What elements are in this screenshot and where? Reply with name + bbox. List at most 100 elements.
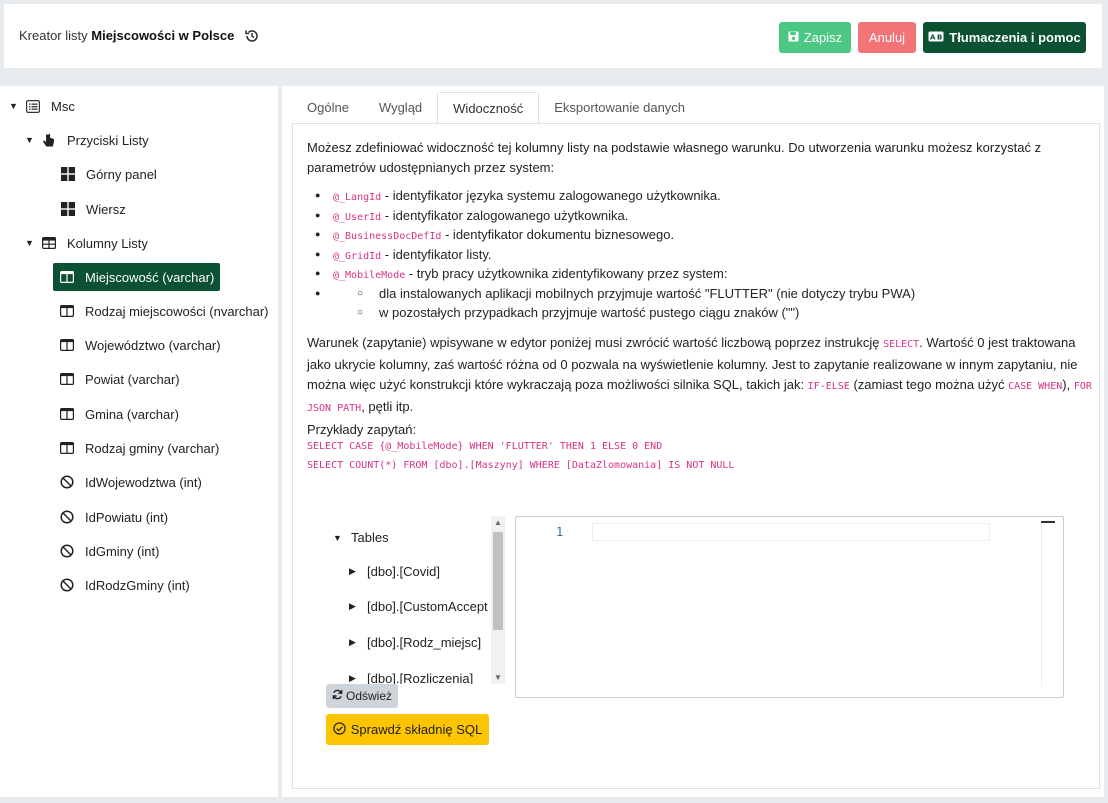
tree-label: IdPowiatu (int) (85, 509, 169, 525)
column-icon (59, 337, 75, 353)
sql-example-1: SELECT CASE {@_MobileMode} WHEN 'FLUTTER… (307, 441, 663, 452)
param-desc: - identyfikator dokumentu biznesowego. (441, 227, 675, 242)
inline-code: IF-ELSE (807, 381, 850, 392)
caret-down-icon[interactable]: ▼ (333, 533, 351, 543)
refresh-icon (332, 689, 343, 703)
tree-label: Miejscowość (varchar) (85, 269, 215, 285)
tables-root[interactable]: ▼ Tables (333, 530, 389, 545)
ban-icon (59, 509, 75, 525)
caret-right-icon[interactable]: ▶ (349, 566, 367, 577)
tab-general[interactable]: Ogólne (292, 92, 364, 124)
scrollbar-thumb[interactable] (493, 532, 503, 630)
tree-column-idpowiatu[interactable]: IdPowiatu (int) (59, 504, 168, 530)
text-segment: ), (1062, 377, 1074, 392)
save-button[interactable]: Zapisz (779, 22, 851, 53)
tree-label: Msc (51, 98, 75, 114)
scroll-down-icon[interactable]: ▼ (494, 673, 502, 682)
text-segment: Warunek (zapytanie) wpisywane w edytor p… (307, 335, 884, 350)
tree-column-idwojewodztwa[interactable]: IdWojewodztwa (int) (59, 469, 202, 495)
tree-columns-group[interactable]: ▼ Kolumny Listy (25, 230, 148, 256)
inline-code: FOR (1073, 381, 1092, 392)
caret-right-icon[interactable]: ▶ (349, 673, 367, 684)
ban-icon (59, 543, 75, 559)
table-item[interactable]: ▶ [dbo].[Rozliczenia] (349, 671, 473, 684)
tree-item-top-panel[interactable]: Górny panel (60, 161, 157, 187)
caret-right-icon[interactable]: ▶ (349, 637, 367, 648)
tree-label: Wiersz (86, 201, 126, 217)
tree-label: [dbo].[Rodz_miejsc] (367, 635, 482, 650)
cancel-button[interactable]: Anuluj (858, 22, 916, 53)
column-settings-panel: Ogólne Wygląd Widoczność Eksportowanie d… (282, 86, 1104, 797)
tree-label: IdGminy (int) (85, 543, 160, 559)
mobile-mode-sublist: dla instalowanych aplikacji mobilnych pr… (357, 284, 915, 323)
scroll-up-icon[interactable]: ▲ (494, 518, 502, 527)
tab-visibility[interactable]: Widoczność (437, 92, 540, 124)
check-circle-icon (333, 721, 346, 738)
table-icon (41, 235, 57, 251)
condition-text: Warunek (zapytanie) wpisywane w edytor p… (307, 333, 1092, 419)
page-header: Kreator listy Miejscowości w Polsce Zapi… (4, 4, 1102, 68)
text-segment: , pętli itp. (361, 399, 414, 414)
refresh-button[interactable]: Odśwież (326, 684, 398, 708)
caret-down-icon[interactable]: ▼ (25, 238, 35, 248)
tables-scrollbar[interactable]: ▲ ▼ (491, 516, 505, 684)
table-item[interactable]: ▶ [dbo].[CustomAccept (349, 599, 488, 614)
sql-example-2: SELECT COUNT(*) FROM [dbo].[Maszyny] WHE… (307, 460, 735, 471)
text-segment: (zamiast tego można użyć (849, 377, 1009, 392)
param-code: @_UserId (333, 211, 382, 223)
grid-icon (60, 166, 76, 182)
tree-item-row[interactable]: Wiersz (60, 196, 126, 222)
history-icon[interactable] (244, 28, 260, 44)
tree-column-rodzaj-gminy[interactable]: Rodzaj gminy (varchar) (59, 435, 219, 461)
param-code: @_GridId (333, 250, 382, 262)
column-icon (59, 269, 75, 285)
mobile-mode-empty: w pozostałych przypadkach przyjmuje wart… (357, 303, 915, 323)
tree-column-wojewodztwo[interactable]: Województwo (varchar) (59, 332, 221, 358)
caret-right-icon[interactable]: ▶ (349, 601, 367, 612)
list-icon (25, 98, 41, 114)
editor-scrollbar[interactable] (1041, 525, 1055, 687)
translate-icon: AB (928, 30, 944, 45)
tree-label: Kolumny Listy (67, 235, 148, 251)
text-segment: można więc użyć konstrukcji które wykrac… (307, 377, 808, 392)
column-icon (59, 440, 75, 456)
tab-data-export[interactable]: Eksportowanie danych (539, 92, 700, 124)
tab-appearance[interactable]: Wygląd (364, 92, 437, 124)
param-desc: - tryb pracy użytkownika zidentyfikowany… (405, 266, 728, 281)
tree-column-miejscowosc[interactable]: Miejscowość (varchar) (53, 263, 221, 291)
help-label: Tłumaczenia i pomoc (949, 30, 1081, 45)
tree-root-msc[interactable]: ▼ Msc (9, 93, 75, 119)
cancel-label: Anuluj (868, 30, 906, 45)
floppy-disk-icon (788, 30, 799, 45)
current-line-highlight[interactable] (592, 523, 990, 541)
check-sql-syntax-button[interactable]: Sprawdź składnię SQL (326, 714, 489, 745)
tree-column-rodzaj-miejscowosci[interactable]: Rodzaj miejscowości (nvarchar) (59, 298, 269, 324)
tree-column-gmina[interactable]: Gmina (varchar) (59, 401, 179, 427)
caret-down-icon[interactable]: ▼ (9, 101, 19, 111)
tree-column-powiat[interactable]: Powiat (varchar) (59, 366, 180, 392)
tree-label: IdWojewodztwa (int) (85, 474, 202, 490)
tree-column-idgminy[interactable]: IdGminy (int) (59, 538, 159, 564)
inline-code: JSON PATH (307, 403, 362, 414)
param-code: @_LangId (333, 192, 382, 203)
param-desc: - identyfikator zalogowanego użytkownika… (381, 207, 629, 223)
page-title: Kreator listy Miejscowości w Polsce (19, 28, 234, 43)
ban-icon (59, 577, 75, 593)
sql-editor[interactable]: 1 (515, 516, 1064, 698)
table-item[interactable]: ▶ [dbo].[Rodz_miejsc] (349, 635, 481, 650)
table-item[interactable]: ▶ [dbo].[Covid] (349, 564, 440, 579)
inline-code: SELECT (883, 339, 920, 350)
param-lang-id: @_LangId - identyfikator języka systemu … (315, 186, 915, 206)
caret-down-icon[interactable]: ▼ (25, 135, 35, 145)
column-icon (59, 406, 75, 422)
minimap-slider[interactable] (1041, 521, 1055, 523)
tree-column-idrodzgminy[interactable]: IdRodzGminy (int) (59, 572, 190, 598)
param-code: @_BusinessDocDefId (333, 231, 442, 242)
tables-tree: ▼ Tables ▶ [dbo].[Covid] ▶ [dbo].[Custom… (319, 516, 505, 684)
translations-help-button[interactable]: AB Tłumaczenia i pomoc (923, 22, 1086, 53)
column-icon (59, 371, 75, 387)
refresh-label: Odśwież (345, 689, 392, 703)
tree-buttons-group[interactable]: ▼ Przyciski Listy (25, 127, 149, 153)
examples-label: Przykłady zapytań: (307, 422, 417, 437)
tree-label: Rodzaj miejscowości (nvarchar) (85, 303, 269, 319)
